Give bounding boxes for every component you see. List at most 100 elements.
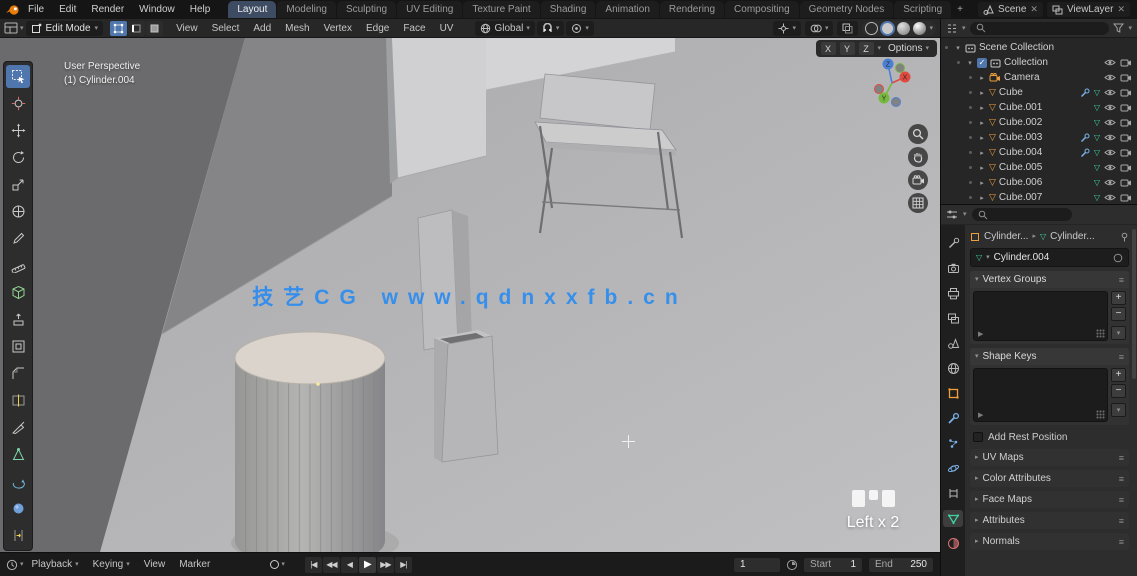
tool-select-box[interactable] <box>6 65 30 88</box>
tab-object[interactable] <box>943 385 963 402</box>
list-filter-toggle-icon[interactable]: ▶ <box>978 330 983 338</box>
unlink-scene-icon[interactable]: ✕ <box>1030 4 1038 15</box>
proportional-editing-controls[interactable]: ▾ <box>566 21 594 36</box>
editor-type-icon[interactable] <box>4 22 18 34</box>
next-keyframe-button[interactable]: ▶▶ <box>377 557 394 573</box>
outliner-row-camera[interactable]: ▸ Camera <box>941 70 1137 85</box>
render-visibility-icon[interactable] <box>1120 178 1132 187</box>
menu-face[interactable]: Face <box>397 21 431 36</box>
chevron-down-icon[interactable]: ▾ <box>966 59 974 67</box>
uv-maps-section[interactable]: ▸ UV Maps ≡ <box>970 449 1129 466</box>
render-visibility-icon[interactable] <box>1120 118 1132 127</box>
mode-selector[interactable]: Edit Mode ▾ <box>26 21 104 36</box>
add-workspace-button[interactable]: + <box>952 1 968 18</box>
outliner-item-label[interactable]: Cube.002 <box>999 117 1042 128</box>
tab-tool[interactable] <box>943 235 963 252</box>
menu-view-timeline[interactable]: View <box>138 557 172 572</box>
tool-cursor[interactable] <box>6 92 30 115</box>
menu-view[interactable]: View <box>170 21 204 36</box>
tool-scale[interactable] <box>6 173 30 196</box>
outliner-row-cube006[interactable]: ▸ ▽ Cube.006 ▽ <box>941 175 1137 190</box>
transform-orientation-selector[interactable]: Global ▾ <box>475 21 534 36</box>
shape-key-specials-button[interactable]: ▾ <box>1111 403 1126 417</box>
tab-geometry-nodes[interactable]: Geometry Nodes <box>800 1 894 18</box>
tool-knife[interactable] <box>6 416 30 439</box>
current-frame-field[interactable]: 1 <box>733 557 781 573</box>
menu-add[interactable]: Add <box>247 21 277 36</box>
menu-mesh[interactable]: Mesh <box>279 21 315 36</box>
outliner-item-label[interactable]: Cube.006 <box>999 177 1042 188</box>
tab-material[interactable] <box>943 535 963 552</box>
outliner-row-scene-collection[interactable]: ▾ Scene Collection <box>941 40 1137 55</box>
properties-search[interactable] <box>972 208 1072 221</box>
tool-inset-faces[interactable] <box>6 335 30 358</box>
render-visibility-icon[interactable] <box>1120 73 1132 82</box>
tool-edge-slide[interactable] <box>6 524 30 547</box>
tab-scene[interactable] <box>943 335 963 352</box>
shield-icon[interactable] <box>1113 253 1123 263</box>
shape-keys-list[interactable]: ▶ <box>973 368 1108 422</box>
properties-scrollbar[interactable] <box>1132 229 1136 379</box>
menu-help[interactable]: Help <box>183 2 218 17</box>
outliner-item-label[interactable]: Cube.001 <box>999 102 1042 113</box>
render-visibility-icon[interactable] <box>1120 148 1132 157</box>
menu-edge[interactable]: Edge <box>360 21 395 36</box>
jump-to-start-button[interactable]: |◀ <box>305 557 322 573</box>
collection-checkbox[interactable]: ✓ <box>977 58 987 68</box>
panel-menu-icon[interactable]: ≡ <box>1119 453 1124 463</box>
face-maps-section[interactable]: ▸ Face Maps ≡ <box>970 491 1129 508</box>
snap-controls[interactable]: ▾ <box>537 21 565 36</box>
chevron-right-icon[interactable]: ▸ <box>978 194 986 202</box>
menu-render[interactable]: Render <box>84 2 131 17</box>
outliner-row-cube[interactable]: ▸ ▽ Cube ▽ <box>941 85 1137 100</box>
eye-icon[interactable] <box>1104 118 1116 127</box>
tab-render[interactable] <box>943 260 963 277</box>
render-visibility-icon[interactable] <box>1120 103 1132 112</box>
outliner-item-label[interactable]: Cube.003 <box>999 132 1042 143</box>
panel-menu-icon[interactable]: ≡ <box>1119 275 1124 285</box>
outliner-row-cube002[interactable]: ▸ ▽ Cube.002 ▽ <box>941 115 1137 130</box>
tab-sculpting[interactable]: Sculpting <box>337 1 396 18</box>
orientation-label[interactable]: Global <box>494 23 523 34</box>
outliner-search[interactable] <box>970 22 1110 35</box>
prev-frame-button[interactable]: ◀ <box>341 557 358 573</box>
panel-menu-icon[interactable]: ≡ <box>1119 516 1124 526</box>
tab-rendering[interactable]: Rendering <box>660 1 724 18</box>
remove-shape-key-button[interactable]: − <box>1111 384 1126 398</box>
end-frame-field[interactable]: End250 <box>868 557 934 573</box>
menu-playback[interactable]: Playback▾ <box>26 557 85 572</box>
auto-keying-toggle[interactable]: ▾ <box>270 560 285 569</box>
render-visibility-icon[interactable] <box>1120 193 1132 202</box>
menu-edit[interactable]: Edit <box>52 2 83 17</box>
outliner-row-cube004[interactable]: ▸ ▽ Cube.004 ▽ <box>941 145 1137 160</box>
outliner-row-cube005[interactable]: ▸ ▽ Cube.005 ▽ <box>941 160 1137 175</box>
viewlayer-selector[interactable]: ViewLayer ✕ <box>1047 2 1130 17</box>
pan-button[interactable] <box>908 147 928 167</box>
eye-icon[interactable] <box>1104 73 1116 82</box>
add-rest-position-checkbox[interactable] <box>973 432 983 442</box>
menu-file[interactable]: File <box>21 2 51 17</box>
material-preview-button[interactable] <box>897 22 910 35</box>
start-frame-field[interactable]: Start1 <box>803 557 863 573</box>
outliner-item-label[interactable]: Collection <box>1004 57 1048 68</box>
tool-extrude-region[interactable] <box>6 308 30 331</box>
vertex-group-specials-button[interactable]: ▾ <box>1111 326 1126 340</box>
outliner-row-cube001[interactable]: ▸ ▽ Cube.001 ▽ <box>941 100 1137 115</box>
render-visibility-icon[interactable] <box>1120 133 1132 142</box>
menu-vertex[interactable]: Vertex <box>318 21 358 36</box>
list-resize-grip[interactable] <box>1096 329 1105 338</box>
viewlayer-name[interactable]: ViewLayer <box>1067 4 1114 15</box>
list-resize-grip[interactable] <box>1096 410 1105 419</box>
rendered-shading-button[interactable] <box>913 22 926 35</box>
eye-icon[interactable] <box>1104 88 1116 97</box>
camera-view-button[interactable] <box>908 170 928 190</box>
mode-label[interactable]: Edit Mode <box>46 23 91 34</box>
datablock-name[interactable]: Cylinder.004 <box>994 252 1050 263</box>
vertex-groups-header[interactable]: ▾ Vertex Groups ≡ <box>970 271 1129 288</box>
edge-select-button[interactable] <box>128 21 145 36</box>
xray-toggle[interactable] <box>837 21 858 36</box>
solid-shading-button[interactable] <box>881 22 894 35</box>
play-button[interactable]: ▶ <box>359 557 376 573</box>
normals-section[interactable]: ▸ Normals ≡ <box>970 533 1129 550</box>
breadcrumb-data[interactable]: Cylinder... <box>1050 231 1094 242</box>
